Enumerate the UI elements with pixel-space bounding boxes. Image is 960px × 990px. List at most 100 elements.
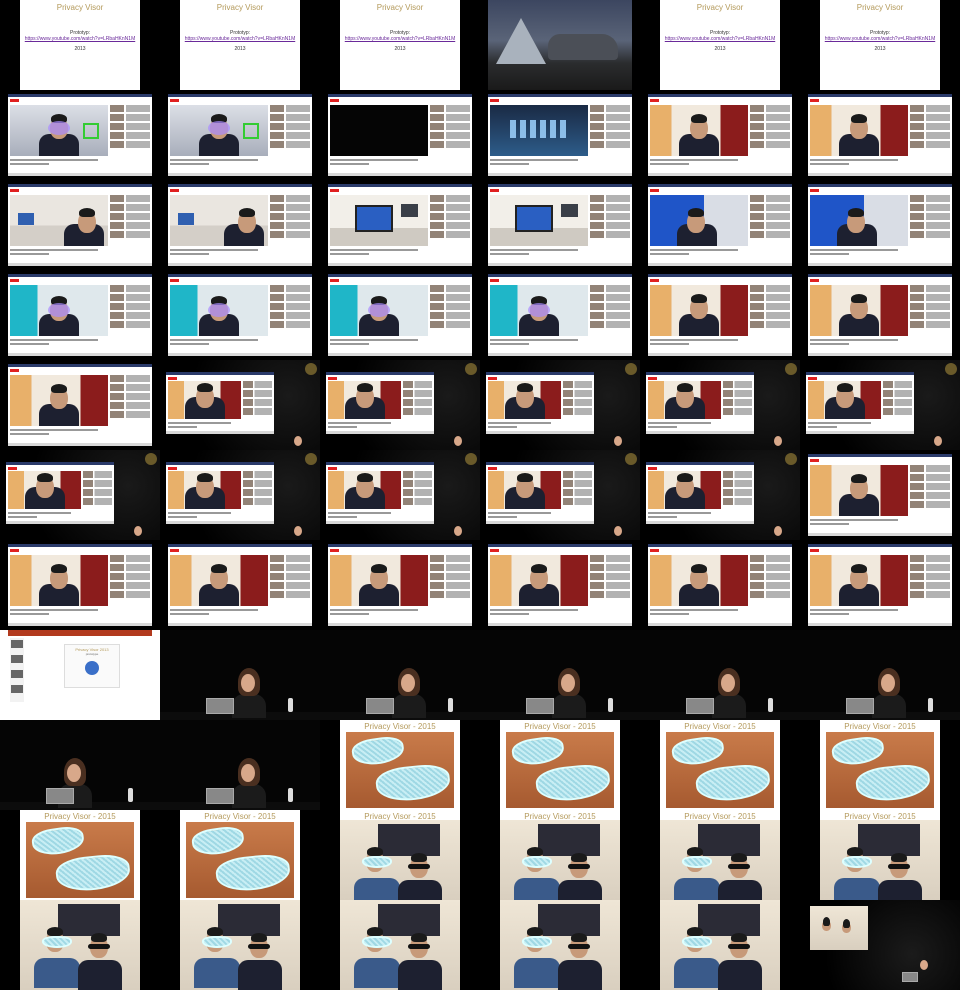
related-videos-list (403, 471, 432, 507)
channel-line (10, 613, 49, 615)
channel-line (810, 523, 849, 525)
related-video-thumb (110, 213, 150, 220)
screen (58, 904, 120, 936)
taskbar (488, 353, 632, 356)
youtube-logo-icon (648, 377, 657, 380)
browser-tab-bar (168, 544, 312, 547)
youtube-logo-icon (488, 377, 497, 380)
visor-glasses (362, 856, 392, 868)
video-player (10, 105, 108, 156)
related-video-thumb (883, 399, 912, 406)
logo-letters (509, 120, 569, 139)
face-detect-box (242, 122, 259, 139)
youtube-logo-icon (650, 189, 659, 192)
related-videos-list (563, 471, 592, 507)
related-video-thumb (110, 384, 150, 391)
pip-speaker (614, 526, 622, 536)
speaker-body (712, 694, 746, 718)
related-video-thumb (243, 498, 272, 505)
video-title (648, 512, 711, 514)
glasses-photo (506, 732, 614, 808)
slide-url: https://www.youtube.com/watch?v=LRbaHKnN… (344, 36, 456, 42)
person-face (675, 383, 694, 408)
youtube-page (806, 372, 914, 434)
video-title (488, 422, 551, 424)
channel-line (810, 163, 849, 165)
person-face (850, 563, 868, 589)
wearers-photo (340, 820, 460, 900)
visor-slide-title: Privacy Visor - 2015 (364, 722, 436, 731)
browser-tab-bar (488, 184, 632, 187)
thumbnail-slide: Privacy Visor Prototyp: https://www.youtub… (640, 0, 800, 90)
thumbnail-vslide-wearers-top (160, 900, 320, 990)
taskbar (808, 623, 952, 626)
related-video-thumb (883, 390, 912, 397)
wearer-body (878, 880, 922, 900)
thumbnail-stage-look (0, 720, 160, 810)
slide-year: 2013 (394, 46, 406, 52)
thumbnail-stage (160, 630, 320, 720)
wearers-photo (500, 820, 620, 900)
visor-glow (208, 120, 230, 135)
related-video-thumb (110, 105, 150, 112)
related-video-thumb (110, 582, 150, 589)
taskbar (648, 353, 792, 356)
laptop (526, 698, 554, 714)
thumbnail-stage (160, 720, 320, 810)
visor-slide: Privacy Visor - 2015 (340, 720, 460, 810)
visor-glow (48, 120, 70, 135)
video-title (10, 159, 98, 161)
related-video-thumb (563, 498, 592, 505)
related-video-thumb (910, 483, 950, 490)
car (548, 34, 618, 60)
browser-tab-bar (328, 184, 472, 187)
video-player (650, 195, 748, 246)
badge-icon (785, 363, 797, 375)
related-video-thumb (430, 321, 470, 328)
slide-title: Privacy Visor (856, 3, 904, 12)
person-face (850, 473, 868, 499)
visor-glasses (534, 762, 612, 804)
water-bottle (128, 788, 133, 802)
sunglasses (888, 864, 910, 869)
speaker-body (872, 694, 906, 718)
monitor (514, 205, 553, 233)
related-video-thumb (110, 312, 150, 319)
related-videos-list (910, 285, 950, 330)
related-video-thumb (723, 381, 752, 388)
water-bottle (928, 698, 933, 712)
thumbnail-vslide-wearers-top (320, 900, 480, 990)
pip-speaker (294, 526, 302, 536)
youtube-logo-icon (490, 99, 499, 102)
thumbnail-vslide-glasses: Privacy Visor - 2015 (480, 720, 640, 810)
youtube-page (168, 94, 312, 176)
related-videos-list (110, 195, 150, 240)
related-video-thumb (430, 222, 470, 229)
thumbnail-yt-cyan (480, 270, 640, 360)
related-video-thumb (430, 582, 470, 589)
related-video-thumb (110, 402, 150, 409)
related-video-thumb (723, 480, 752, 487)
ppt-slide-panel (10, 638, 24, 702)
person-face (515, 473, 534, 498)
youtube-logo-icon (328, 377, 337, 380)
monitor (354, 205, 393, 233)
person-face (195, 473, 214, 498)
youtube-logo-icon (330, 189, 339, 192)
related-video-thumb (723, 390, 752, 397)
wearer-body (398, 880, 442, 900)
related-video-thumb (430, 573, 470, 580)
related-video-thumb (270, 573, 310, 580)
youtube-logo-icon (808, 377, 817, 380)
related-video-thumb (270, 114, 310, 121)
video-player (490, 285, 588, 336)
thumbnail-yt-man (0, 360, 160, 450)
video-player (170, 195, 268, 246)
speaker-body (232, 694, 266, 718)
pip-speaker (774, 526, 782, 536)
channel-line (10, 163, 49, 165)
related-video-thumb (430, 195, 470, 202)
related-video-thumb (590, 564, 630, 571)
laptop (206, 698, 234, 714)
channel-line (808, 426, 837, 428)
